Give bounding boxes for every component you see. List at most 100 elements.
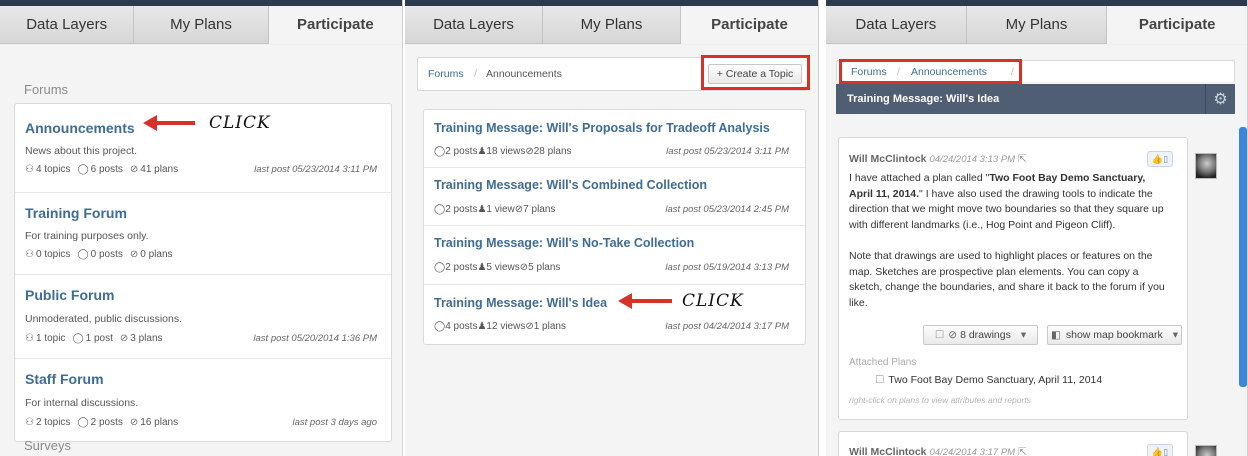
topic-title[interactable]: Training Message: Will's No-Take Collect… [434,236,694,250]
topics-panel: Data Layers My Plans Participate Forums … [405,0,819,456]
plans-icon: ⊘ [129,249,139,260]
breadcrumb-forums[interactable]: Forums [428,68,464,80]
plans-icon: ⊘ [948,329,958,341]
chevron-down-icon: ▾ [1020,329,1027,341]
plans-icon: ⊘ [525,321,534,332]
posts-icon: ◯ [434,321,446,332]
tab-data-layers[interactable]: Data Layers [826,6,967,43]
tab-participate[interactable]: Participate [681,6,818,44]
gear-icon[interactable]: ⚙ [1205,84,1235,114]
forum-list: Announcements News about this project. ⚇… [14,103,392,442]
surveys-heading: Surveys [24,438,71,453]
map-bookmark-button[interactable]: ◧ show map bookmark ▾ [1047,325,1182,345]
forum-title[interactable]: Announcements [25,120,135,136]
topic-title[interactable]: Training Message: Will's Proposals for T… [434,121,770,135]
forums-heading: Forums [24,82,69,97]
tab-participate[interactable]: Participate [1107,6,1247,44]
topic-detail-panel: Data Layers My Plans Participate Forums … [826,0,1248,456]
share-icon[interactable]: ⇱ [1018,446,1027,456]
last-post: last post 05/20/2014 1:36 PM [253,333,377,344]
forum-item-public[interactable]: Public Forum Unmoderated, public discuss… [15,275,391,359]
posts-icon: ◯ [77,417,89,428]
topic-title[interactable]: Training Message: Will's Combined Collec… [434,178,707,192]
attached-plans-hint: right-click on plans to view attributes … [849,395,1031,405]
forum-title[interactable]: Staff Forum [25,371,104,387]
posts-icon: ◯ [77,249,89,260]
tab-bar: Data Layers My Plans Participate [0,6,402,44]
red-arrow-icon [618,293,672,309]
forum-item-training[interactable]: Training Forum For training purposes onl… [15,193,391,275]
scrollbar[interactable] [1239,127,1247,387]
topic-stats: ◯2 posts ♟1 view ⊘7 plans last post 05/2… [434,204,789,215]
drawings-dropdown[interactable]: ☐ ⊘ 8 drawings ▾ [923,325,1038,345]
posts-icon: ◯ [434,204,446,215]
forums-content: Forums Announcements News about this pro… [0,45,402,456]
topic-title: Training Message: Will's Idea [847,93,1000,105]
breadcrumb-current: Announcements [486,68,562,80]
topic-item[interactable]: Training Message: Will's No-Take Collect… [424,226,805,285]
posts-icon: ◯ [434,262,446,273]
tab-my-plans[interactable]: My Plans [134,6,269,43]
topic-header: Training Message: Will's Idea ⚙ [836,84,1235,114]
message-body: I have attached a plan called "Two Foot … [849,172,1164,231]
last-post: last post 3 days ago [292,417,378,428]
message-author: Will McClintock 04/24/2014 3:17 PM ⇱ [849,446,1027,456]
share-icon[interactable]: ⇱ [1018,153,1027,165]
tab-bar: Data Layers My Plans Participate [405,6,818,44]
plans-icon: ⊘ [129,164,139,175]
avatar [1195,445,1217,456]
chevron-down-icon: ▾ [1172,329,1179,341]
topics-content: Forums / Announcements + Create a Topic … [405,45,818,456]
topic-stats: ◯2 posts ♟18 views ⊘28 plans last post 0… [434,146,789,157]
last-post: last post 04/24/2014 3:17 PM [665,321,789,332]
topic-title[interactable]: Training Message: Will's Idea [434,296,607,310]
topics-icon: ⚇ [25,164,34,175]
click-annotation: CLICK [682,291,744,311]
message-card: Will McClintock 04/24/2014 3:17 PM ⇱ 👍▯ [838,431,1188,456]
last-post: last post 05/23/2014 3:11 PM [666,146,789,157]
highlight-box [839,59,1022,84]
forum-item-staff[interactable]: Staff Forum For internal discussions. ⚇ 2… [15,359,391,443]
plans-icon: ⊘ [129,417,139,428]
topics-icon: ⚇ [25,333,34,344]
topic-item[interactable]: Training Message: Will's Idea ◯4 posts ♟… [424,285,805,345]
like-icon[interactable]: 👍▯ [1147,151,1173,167]
like-icon[interactable]: 👍▯ [1147,444,1173,456]
forums-panel: Data Layers My Plans Participate Forums … [0,0,403,456]
forum-stats: ⚇ 1 topic ◯ 1 post ⊘ 3 plans last post 05/2… [25,333,377,344]
topic-item[interactable]: Training Message: Will's Combined Collec… [424,168,805,226]
message-paragraph: Note that drawings are used to highlight… [849,250,1165,309]
topic-item[interactable]: Training Message: Will's Proposals for T… [424,110,805,168]
last-post: last post 05/23/2014 3:11 PM [254,164,377,175]
last-post: last post 05/19/2014 3:13 PM [665,262,789,273]
checkbox-icon: ☐ [934,329,945,341]
forum-title[interactable]: Training Forum [25,205,127,221]
bookmark-icon: ◧ [1050,329,1061,341]
posts-icon: ◯ [434,146,446,157]
avatar [1195,153,1217,179]
forum-stats: ⚇ 2 topics ◯ 2 posts ⊘ 16 plans last post 3… [25,417,377,428]
message-author: Will McClintock 04/24/2014 3:13 PM ⇱ [849,153,1027,165]
forum-item-announcements[interactable]: Announcements News about this project. ⚇… [15,104,391,193]
topic-list: Training Message: Will's Proposals for T… [423,109,806,345]
red-arrow-icon [143,115,195,131]
checkbox-icon[interactable]: ☐ [875,374,884,386]
forum-stats: ⚇ 0 topics ◯ 0 posts ⊘ 0 plans [25,249,173,260]
message-card: Will McClintock 04/24/2014 3:13 PM ⇱ 👍▯ I… [838,137,1188,420]
forum-title[interactable]: Public Forum [25,287,114,303]
plans-icon: ⊘ [119,333,129,344]
breadcrumb-separator: / [474,68,477,80]
tab-my-plans[interactable]: My Plans [543,6,681,43]
tab-data-layers[interactable]: Data Layers [405,6,543,43]
tab-data-layers[interactable]: Data Layers [0,6,135,43]
tab-participate[interactable]: Participate [268,6,402,44]
tab-my-plans[interactable]: My Plans [966,6,1108,43]
forum-description: For internal discussions. [25,397,139,409]
last-post: last post 05/23/2014 2:45 PM [665,204,789,215]
plans-icon: ⊘ [514,204,524,215]
forum-description: News about this project. [25,145,138,157]
tab-bar: Data Layers My Plans Participate [826,6,1247,44]
message-date: 04/24/2014 3:13 PM [929,154,1016,165]
attached-plan-item[interactable]: ☐ Two Foot Bay Demo Sanctuary, April 11, … [875,374,1102,386]
attached-plans-label: Attached Plans [849,357,917,368]
